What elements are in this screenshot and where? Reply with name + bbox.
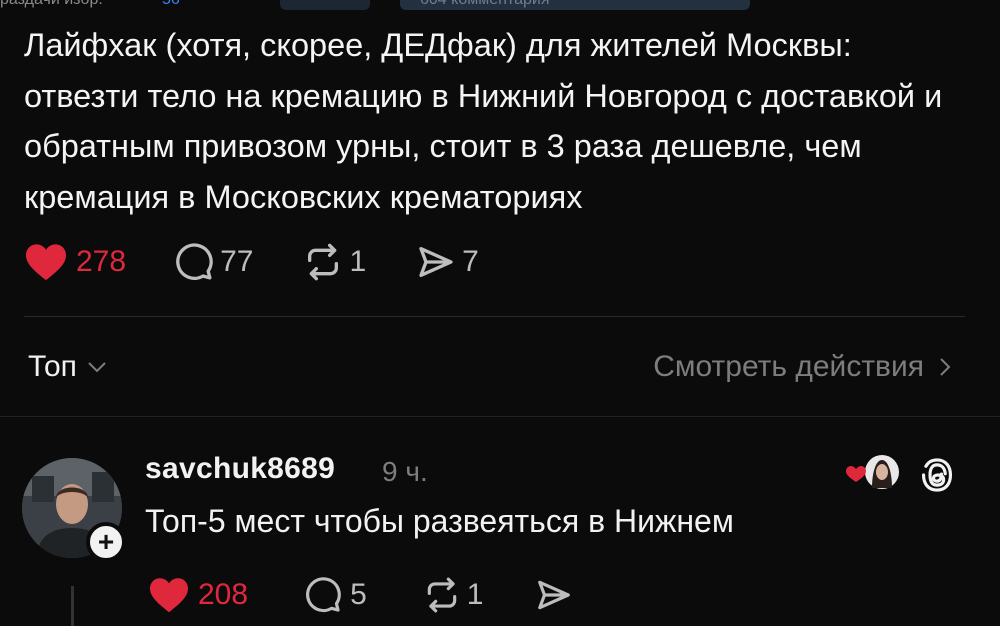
top-strip-comments-count: 604 комментария bbox=[420, 0, 550, 9]
post-share-count: 7 bbox=[462, 245, 479, 278]
plus-icon: + bbox=[97, 526, 115, 557]
comment-text: Топ-5 мест чтобы развеяться в Нижнем bbox=[145, 503, 734, 539]
send-icon bbox=[538, 580, 571, 610]
chevron-right-icon bbox=[940, 358, 951, 376]
repost-icon bbox=[308, 243, 339, 281]
post-action-bar: 278 77 1 7 bbox=[24, 242, 479, 282]
thread-line bbox=[71, 586, 74, 626]
threads-logo-icon[interactable] bbox=[918, 456, 956, 494]
divider bbox=[24, 316, 965, 317]
comment-action-bar: 208 5 1 bbox=[148, 576, 573, 614]
repost-icon bbox=[427, 577, 456, 613]
comment-reply-count: 5 bbox=[350, 578, 367, 611]
post-like-count: 278 bbox=[76, 245, 127, 278]
post-like-button[interactable]: 278 bbox=[24, 242, 126, 282]
comment-reply-button[interactable]: 5 bbox=[304, 576, 367, 614]
speech-bubble-icon bbox=[176, 243, 213, 280]
comment-like-button[interactable]: 208 bbox=[148, 576, 248, 614]
comment-repost-count: 1 bbox=[466, 578, 484, 611]
comment-username[interactable]: savchuk8689 bbox=[145, 452, 335, 486]
top-partial-strip: раздачи избр. 56 604 комментария bbox=[0, 0, 1000, 12]
heart-icon bbox=[150, 578, 188, 613]
comment-repost-button[interactable]: 1 bbox=[423, 576, 484, 614]
comment-share-button[interactable] bbox=[535, 576, 573, 614]
sort-dropdown[interactable]: Топ bbox=[28, 350, 107, 384]
post-share-button[interactable]: 7 bbox=[416, 242, 479, 282]
post-repost-count: 1 bbox=[349, 245, 367, 278]
comment-time: 9 ч. bbox=[382, 456, 428, 487]
view-activity-link[interactable]: Смотреть действия bbox=[653, 350, 952, 384]
post-comment-count: 77 bbox=[220, 245, 254, 278]
post-repost-button[interactable]: 1 bbox=[303, 242, 366, 282]
heart-icon bbox=[26, 244, 66, 281]
follow-plus-button[interactable]: + bbox=[86, 522, 126, 562]
top-strip-pill bbox=[280, 0, 370, 10]
view-activity-label: Смотреть действия bbox=[653, 350, 924, 383]
send-icon bbox=[419, 247, 453, 277]
section-divider bbox=[0, 416, 1000, 417]
speech-bubble-icon bbox=[306, 577, 341, 613]
post-comment-button[interactable]: 77 bbox=[174, 242, 253, 282]
comment-like-count: 208 bbox=[198, 578, 249, 611]
top-strip-text: раздачи избр. bbox=[0, 0, 103, 9]
author-liked-badge bbox=[846, 455, 899, 489]
top-strip-badge: 56 bbox=[162, 0, 180, 9]
sort-label: Топ bbox=[28, 350, 77, 383]
post-text: Лайфхак (хотя, скорее, ДЕДфак) для жител… bbox=[24, 27, 943, 215]
chevron-down-icon bbox=[88, 362, 106, 373]
